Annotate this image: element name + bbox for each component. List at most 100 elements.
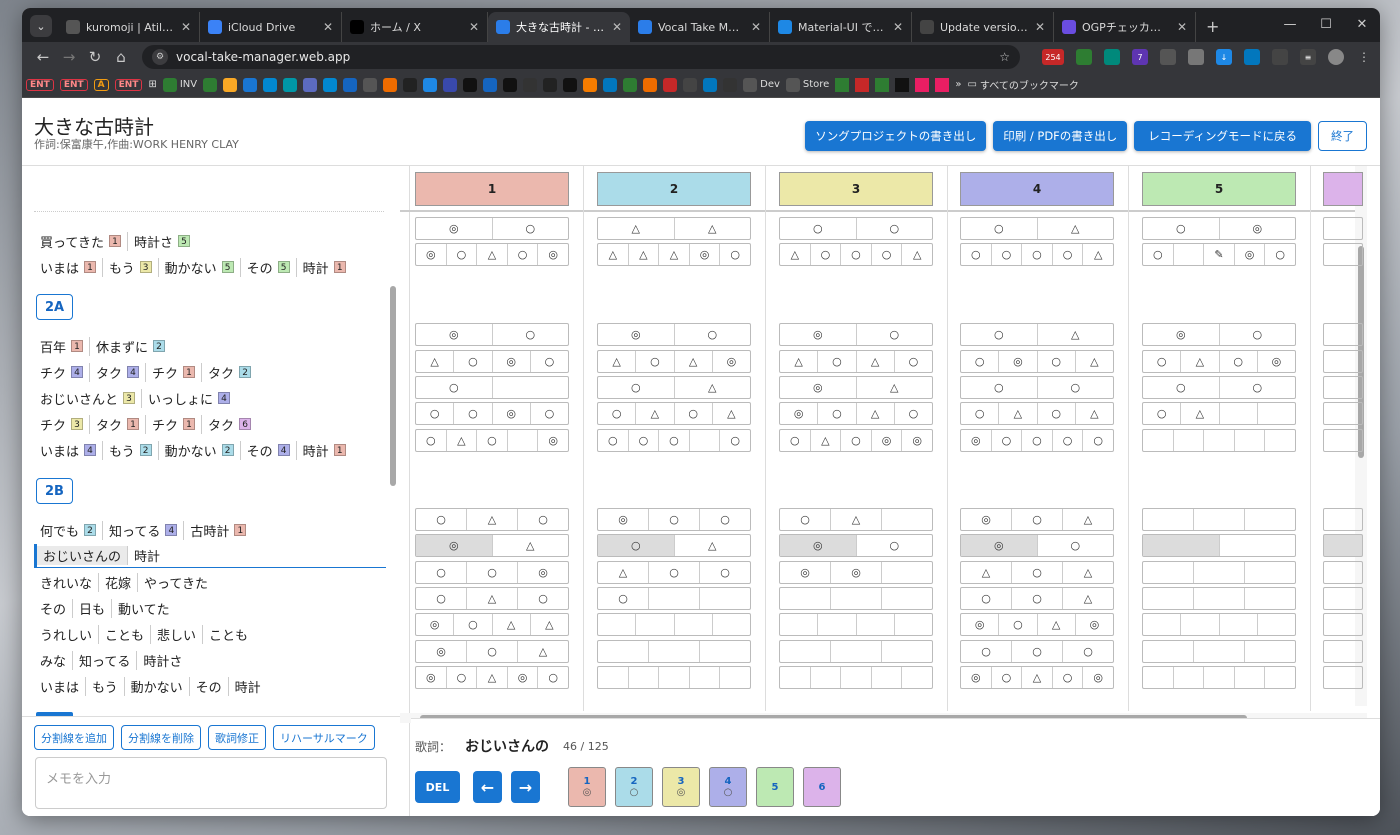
- lyric-word[interactable]: 動かない 5: [159, 257, 241, 277]
- profile-avatar[interactable]: [1328, 49, 1344, 65]
- take-mark[interactable]: ○: [649, 509, 700, 530]
- take-mark[interactable]: [508, 430, 539, 451]
- lyric-word[interactable]: 時計さ 5: [128, 232, 196, 251]
- browser-tab[interactable]: OGPチェッカー - X-Fa ✕: [1054, 12, 1196, 42]
- take-mark[interactable]: ○: [1053, 430, 1084, 451]
- take-cell-partial[interactable]: [1323, 508, 1363, 531]
- lyric-word[interactable]: 知ってる 4: [103, 520, 185, 540]
- take-cell[interactable]: △ ○ △ ◎: [597, 350, 751, 373]
- take-mark[interactable]: △: [811, 430, 842, 451]
- take-cell[interactable]: [597, 640, 751, 663]
- take-cell[interactable]: ◎ ○ △ ○ ◎: [960, 666, 1114, 689]
- take-mark[interactable]: △: [636, 403, 675, 424]
- take-mark[interactable]: ◎: [416, 324, 493, 345]
- take-cell-partial[interactable]: [1323, 587, 1363, 610]
- lyric-line[interactable]: いまは もう 動かない その 時計: [34, 674, 267, 698]
- lyric-line[interactable]: おじいさんの 時計: [34, 544, 386, 568]
- tab-close-icon[interactable]: ✕: [893, 20, 903, 34]
- take-mark[interactable]: ○: [649, 562, 700, 583]
- lyric-word[interactable]: チク 1: [146, 362, 203, 382]
- lyric-line[interactable]: いまは 1 もう 3 動かない 5 その 5 時計 1: [34, 255, 352, 279]
- take-mark[interactable]: ○: [1143, 351, 1182, 372]
- take-mark[interactable]: △: [477, 667, 508, 688]
- take-select-button[interactable]: 4 ○: [709, 767, 747, 807]
- lyric-word[interactable]: 百年 1: [34, 336, 91, 356]
- memo-input[interactable]: メモを入力: [35, 757, 387, 809]
- lyric-word[interactable]: もう 3: [103, 257, 159, 277]
- bookmark-icon[interactable]: [483, 77, 498, 92]
- take-mark[interactable]: [1194, 509, 1245, 530]
- take-mark[interactable]: ○: [841, 430, 872, 451]
- bookmark-icon[interactable]: [875, 77, 890, 92]
- take-mark[interactable]: ◎: [713, 351, 750, 372]
- take-mark[interactable]: ◎: [961, 430, 992, 451]
- take-mark[interactable]: [872, 667, 903, 688]
- take-mark[interactable]: ○: [598, 588, 649, 609]
- take-mark[interactable]: ○: [1220, 377, 1296, 398]
- take-select-button[interactable]: 2 ○: [615, 767, 653, 807]
- take-mark[interactable]: ○: [1022, 430, 1053, 451]
- take-cell[interactable]: ◎ ○: [1142, 323, 1296, 346]
- take-cell[interactable]: [779, 666, 933, 689]
- take-mark[interactable]: △: [780, 351, 819, 372]
- take-mark[interactable]: △: [713, 403, 750, 424]
- extension-icon[interactable]: [1188, 49, 1204, 65]
- extension-icon[interactable]: [1076, 49, 1092, 65]
- browser-tab[interactable]: iCloud Drive ✕: [200, 12, 342, 42]
- take-mark[interactable]: ○: [780, 430, 811, 451]
- lyric-line[interactable]: 何でも 2 知ってる 4 古時計 1: [34, 518, 252, 542]
- tab-close-icon[interactable]: ✕: [181, 20, 191, 34]
- reading-list-icon[interactable]: ≡: [1300, 49, 1316, 65]
- take-mark[interactable]: △: [961, 562, 1012, 583]
- take-mark[interactable]: ◎: [538, 430, 568, 451]
- take-cell-partial[interactable]: [1323, 323, 1363, 346]
- take-cell[interactable]: [1142, 429, 1296, 452]
- take-select-button[interactable]: 3 ◎: [662, 767, 700, 807]
- take-mark[interactable]: ◎: [518, 562, 568, 583]
- take-mark[interactable]: △: [1076, 403, 1113, 424]
- take-select-button[interactable]: 1 ◎: [568, 767, 606, 807]
- take-mark[interactable]: [882, 509, 932, 530]
- take-mark[interactable]: ◎: [493, 403, 531, 424]
- take-mark[interactable]: ◎: [961, 614, 1000, 635]
- take-mark[interactable]: ○: [1012, 562, 1063, 583]
- take-cell[interactable]: [779, 613, 933, 636]
- take-cell[interactable]: ◎ ○ △ ◎ ○: [415, 666, 569, 689]
- take-mark[interactable]: ○: [720, 430, 750, 451]
- extension-icon[interactable]: 7: [1132, 49, 1148, 65]
- take-mark[interactable]: ◎: [1235, 244, 1266, 265]
- take-mark[interactable]: ○: [531, 351, 568, 372]
- export-pdf-button[interactable]: 印刷 / PDFの書き出し: [993, 121, 1128, 151]
- lyric-word[interactable]: いまは 4: [34, 440, 104, 460]
- take-cell[interactable]: ◎ ○: [960, 534, 1114, 557]
- lyric-word[interactable]: タク 1: [90, 414, 147, 434]
- forward-icon[interactable]: →: [56, 48, 82, 66]
- take-mark[interactable]: [700, 641, 750, 662]
- take-mark[interactable]: △: [857, 351, 895, 372]
- take-mark[interactable]: ○: [961, 377, 1038, 398]
- take-mark[interactable]: [780, 641, 831, 662]
- take-mark[interactable]: ○: [961, 403, 1000, 424]
- take-mark[interactable]: ✎: [1204, 244, 1235, 265]
- take-mark[interactable]: [831, 588, 882, 609]
- bookmark-icon[interactable]: [383, 77, 398, 92]
- tab-close-icon[interactable]: ✕: [612, 20, 622, 34]
- lyric-word[interactable]: うれしい: [34, 624, 100, 644]
- bookmark-icon[interactable]: [363, 77, 378, 92]
- take-mark[interactable]: ○: [841, 244, 872, 265]
- bookmark-item[interactable]: Store: [785, 77, 829, 92]
- take-cell[interactable]: △ ○ ◎ ○: [415, 350, 569, 373]
- take-mark[interactable]: △: [675, 351, 713, 372]
- lyric-word[interactable]: チク 3: [34, 414, 91, 434]
- take-mark[interactable]: [1258, 403, 1295, 424]
- take-mark[interactable]: [1235, 430, 1266, 451]
- bookmark-star-icon[interactable]: ☆: [999, 50, 1010, 64]
- lyric-line[interactable]: チク 4 タク 4 チク 1 タク 2: [34, 360, 257, 384]
- take-column-header[interactable]: 1: [415, 172, 569, 206]
- take-mark[interactable]: △: [902, 244, 932, 265]
- lyric-word[interactable]: タク 4: [90, 362, 147, 382]
- take-mark[interactable]: [1220, 403, 1258, 424]
- lyric-word[interactable]: チク 1: [146, 414, 203, 434]
- home-icon[interactable]: ⌂: [108, 48, 134, 66]
- remove-divider-button[interactable]: 分割線を削除: [121, 725, 201, 750]
